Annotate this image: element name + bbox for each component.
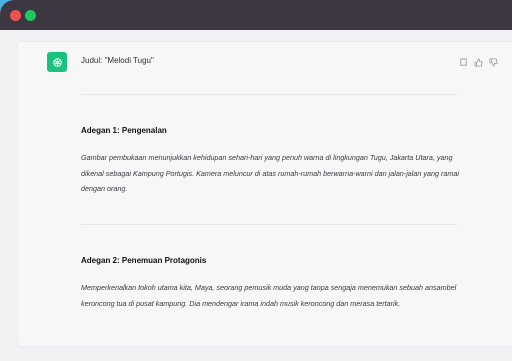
copy-icon[interactable]	[459, 54, 468, 66]
section-heading: Adegan 1: Pengenalan	[81, 126, 167, 135]
section-body: Memperkenalkan tokoh utama kita, Maya, s…	[81, 283, 457, 308]
assistant-message: Judul: "Melodi Tugu" Adegan 1: Pengenala…	[18, 42, 512, 346]
section-heading: Adegan 2: Penemuan Protagonis	[81, 256, 207, 265]
close-window-button[interactable]	[10, 10, 21, 21]
app-window: Judul: "Melodi Tugu" Adegan 1: Pengenala…	[0, 0, 512, 361]
openai-logo-icon	[52, 57, 62, 67]
divider	[81, 94, 457, 95]
thumbs-down-icon[interactable]	[489, 54, 498, 67]
divider	[81, 224, 457, 225]
assistant-avatar	[47, 52, 67, 72]
maximize-window-button[interactable]	[25, 10, 36, 21]
title-bar	[0, 0, 512, 30]
message-actions	[459, 54, 498, 67]
thumbs-up-icon[interactable]	[474, 54, 483, 67]
message-title: Judul: "Melodi Tugu"	[81, 56, 154, 65]
section-body: Gambar pembukaan menunjukkan kehidupan s…	[81, 153, 459, 193]
